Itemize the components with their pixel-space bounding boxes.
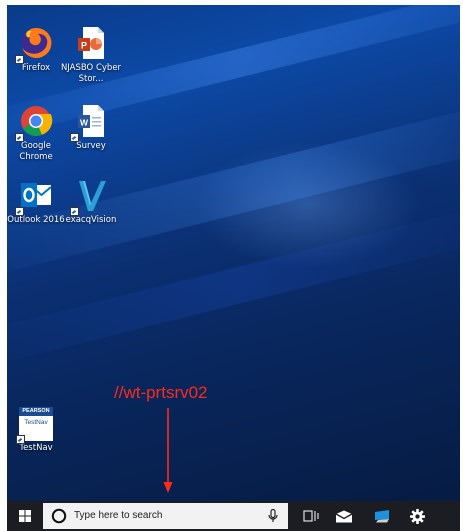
desktop[interactable]: Firefox P NJASBO Cyber Stor... Google Ch…: [7, 5, 460, 531]
annotation-arrow: [163, 408, 173, 493]
